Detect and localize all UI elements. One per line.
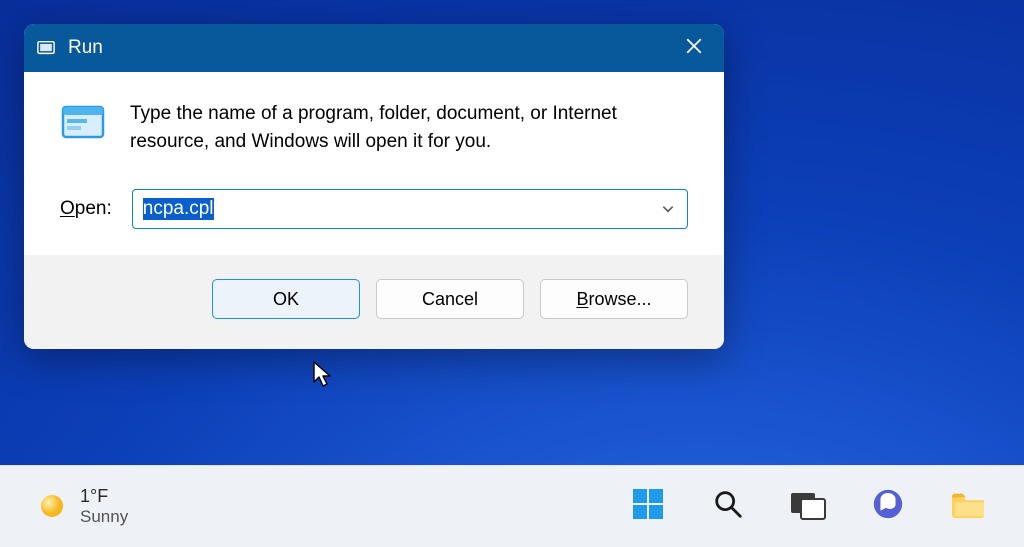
- file-explorer-button[interactable]: [948, 487, 988, 527]
- close-icon: [685, 37, 703, 60]
- close-button[interactable]: [672, 28, 716, 68]
- task-view-icon: [789, 487, 827, 526]
- run-dialog: Run Type the name of a program, folder, …: [24, 24, 724, 349]
- weather-widget[interactable]: 1°F Sunny: [38, 486, 128, 528]
- open-combobox[interactable]: [132, 189, 688, 229]
- search-button[interactable]: [708, 487, 748, 527]
- run-large-icon: [60, 100, 106, 146]
- taskbar-center: [628, 487, 996, 527]
- button-row: OK Cancel Browse...: [24, 255, 724, 349]
- chevron-down-icon[interactable]: [657, 202, 679, 216]
- cancel-button[interactable]: Cancel: [376, 279, 524, 319]
- taskbar: 1°F Sunny: [0, 465, 1024, 547]
- dialog-description: Type the name of a program, folder, docu…: [130, 100, 688, 155]
- chat-icon: [871, 487, 905, 526]
- browse-button[interactable]: Browse...: [540, 279, 688, 319]
- folder-icon: [949, 488, 987, 525]
- start-button[interactable]: [628, 487, 668, 527]
- dialog-body: Type the name of a program, folder, docu…: [24, 72, 724, 255]
- weather-sunny-icon: [38, 492, 66, 520]
- task-view-button[interactable]: [788, 487, 828, 527]
- weather-temperature: 1°F: [80, 486, 128, 508]
- run-app-icon: [36, 38, 56, 58]
- weather-text: 1°F Sunny: [80, 486, 128, 528]
- search-icon: [712, 488, 744, 525]
- chat-button[interactable]: [868, 487, 908, 527]
- window-title: Run: [68, 37, 672, 59]
- weather-condition: Sunny: [80, 507, 128, 527]
- windows-logo-icon: [631, 487, 665, 526]
- open-input[interactable]: [143, 190, 657, 228]
- titlebar[interactable]: Run: [24, 24, 724, 72]
- mouse-cursor-icon: [313, 361, 335, 394]
- open-label: Open:: [60, 198, 112, 220]
- ok-button[interactable]: OK: [212, 279, 360, 319]
